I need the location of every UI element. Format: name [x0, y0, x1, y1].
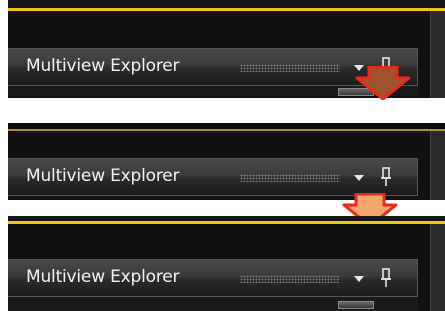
panel-title: Multiview Explorer [26, 56, 180, 76]
accent-line [8, 129, 445, 131]
panel-title: Multiview Explorer [26, 267, 180, 287]
chevron-down-icon[interactable] [354, 175, 364, 181]
drag-grip[interactable] [240, 174, 340, 182]
accent-line [8, 221, 445, 224]
side-strip [430, 131, 445, 200]
toolbar-strip [8, 297, 418, 311]
panel-title: Multiview Explorer [26, 166, 180, 186]
pin-icon[interactable] [380, 167, 392, 187]
drag-grip[interactable] [240, 275, 340, 283]
drag-grip[interactable] [240, 64, 340, 72]
panel-2: Multiview Explorer [8, 123, 445, 200]
top-band [8, 0, 445, 8]
panel-3: Multiview Explorer [8, 216, 445, 311]
side-strip [430, 11, 445, 98]
pin-icon[interactable] [380, 268, 392, 288]
arrow-down-icon [355, 66, 411, 100]
accent-line [8, 8, 445, 11]
side-strip [430, 224, 445, 311]
toolbar-button[interactable] [338, 301, 374, 309]
multiview-explorer-titlebar[interactable]: Multiview Explorer [8, 259, 418, 297]
chevron-down-icon[interactable] [354, 276, 364, 282]
multiview-explorer-titlebar[interactable]: Multiview Explorer [8, 158, 418, 196]
